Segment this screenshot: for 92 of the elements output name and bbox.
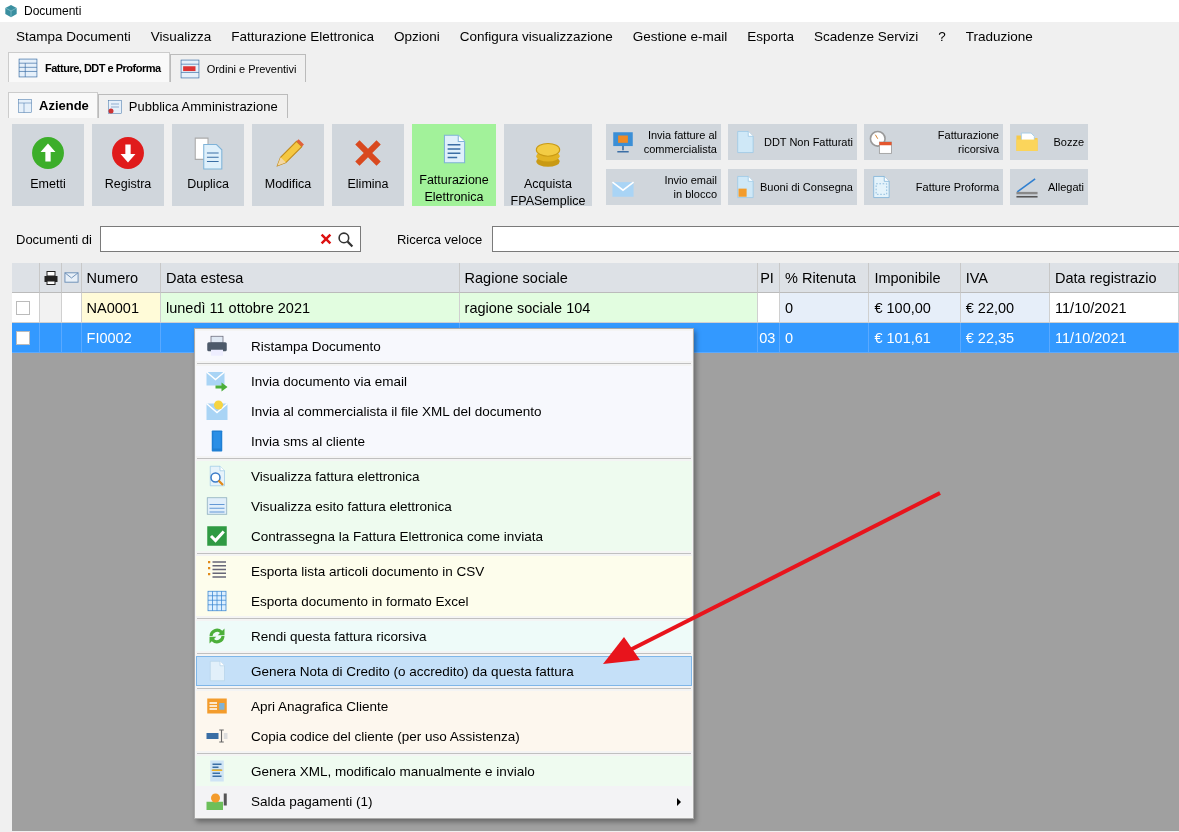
table-cell: € 101,61 [869, 323, 961, 353]
envelope-icon [63, 270, 79, 285]
menu-item[interactable]: Visualizza esito fattura elettronica [196, 491, 692, 521]
menu-item[interactable]: Fatturazione Elettronica [221, 28, 384, 44]
stamped-table-icon [178, 57, 201, 80]
menu-item[interactable]: Invia al commercialista il file XML del documento [196, 396, 692, 426]
toolbar-button[interactable]: Bozze [1010, 124, 1088, 160]
clock-calendar-icon [868, 129, 894, 155]
printer-icon [205, 334, 229, 358]
field-label: Documenti di [16, 231, 92, 247]
menu-item[interactable]: Visualizza [140, 28, 222, 44]
table-cell: FI0002 [81, 323, 161, 353]
column-header[interactable]: Imponibile [869, 263, 961, 293]
table-cell: lunedì 11 ottobre 2021 [161, 293, 460, 323]
column-header[interactable]: Data registrazio [1050, 263, 1179, 293]
toolbar-button[interactable]: Duplica [172, 124, 244, 206]
menu-item[interactable]: Esporta [737, 28, 804, 44]
printer-icon [42, 269, 59, 286]
table-cell: 0 [780, 323, 870, 353]
envelope-icon [205, 399, 229, 423]
table-cell: € 22,35 [960, 323, 1051, 353]
menu-item[interactable]: Genera XML, modificalo manualmente e invialo [196, 756, 692, 786]
tab[interactable]: Ordini e Preventivi [169, 54, 306, 82]
toolbar-button[interactable]: Invia fatture al commercialista [606, 124, 721, 160]
toolbar-button[interactable]: Invio email in blocco [606, 169, 721, 205]
column-header[interactable]: % Ritenuta [780, 263, 870, 293]
table-cell: € 100,00 [869, 293, 961, 323]
table-cell: 03 [758, 323, 781, 353]
search-icon [336, 230, 354, 248]
field-label: Ricerca veloce [396, 231, 483, 247]
checkbox[interactable] [16, 330, 30, 345]
column-header[interactable]: IVA [960, 263, 1050, 293]
toolbar-button[interactable]: Fatturazione ricorsiva [864, 124, 1003, 160]
column-header[interactable]: Ragione sociale [459, 263, 759, 293]
menu-item[interactable]: Scadenze Servizi [803, 28, 929, 44]
menu-item[interactable]: Rendi questa fattura ricorsiva [196, 621, 692, 651]
checkbox[interactable] [16, 300, 30, 315]
table-cell: € 22,00 [960, 293, 1051, 323]
window-title: Documenti [24, 4, 82, 18]
menu-item[interactable]: Traduzione [955, 28, 1043, 44]
menu-item[interactable]: Esporta lista articoli documento in CSV [196, 556, 692, 586]
checkmark-icon [205, 524, 229, 548]
menu-item[interactable]: Configura visualizzazione [449, 28, 623, 44]
table-icon [17, 56, 39, 79]
menu-item[interactable]: Contrassegna la Fattura Elettronica come inviata [196, 521, 692, 551]
table-cell: NA0001 [81, 293, 161, 323]
search-field[interactable] [492, 226, 1179, 252]
toolbar-button[interactable]: Fatturazione Elettronica [412, 124, 496, 206]
menu-item[interactable]: Invia sms al cliente [196, 426, 692, 456]
menu-item[interactable]: Visualizza fattura elettronica [196, 461, 692, 491]
menu-item[interactable]: Apri Anagrafica Cliente [196, 691, 692, 721]
toolbar-button[interactable]: Allegati [1010, 169, 1088, 205]
table-cell: 11/10/2021 [1050, 293, 1179, 323]
table-icon [17, 97, 33, 114]
toolbar-button[interactable]: DDT Non Fatturati [728, 124, 857, 160]
spreadsheet-icon [205, 589, 229, 613]
document-lines-icon [205, 494, 229, 518]
menu-item[interactable]: Copia codice del cliente (per uso Assistenza) [196, 721, 692, 751]
table-cell: 0 [780, 293, 870, 323]
toolbar-button[interactable]: Modifica [252, 124, 324, 206]
app-cube-icon [4, 4, 18, 18]
menu-item[interactable]: Stampa Documenti [6, 28, 141, 44]
monitor-icon [610, 129, 636, 155]
table-cell: 11/10/2021 [1050, 323, 1179, 353]
menu-item[interactable]: Ristampa Documento [196, 331, 692, 361]
column-header[interactable]: Numero [81, 263, 161, 293]
toolbar-button[interactable]: Acquista FPASemplice [504, 124, 592, 206]
column-header[interactable]: PI [758, 263, 781, 293]
toolbar-button[interactable]: Fatture Proforma [864, 169, 1003, 205]
tab[interactable]: Aziende [8, 92, 98, 118]
table-cell [61, 323, 82, 353]
menu-item[interactable]: Esporta documento in formato Excel [196, 586, 692, 616]
toolbar-button[interactable]: Buoni di Consegna [728, 169, 857, 205]
toolbar-button[interactable]: Elimina [332, 124, 404, 206]
menu-item[interactable]: Gestione e-mail [622, 28, 738, 44]
search-field[interactable] [99, 226, 361, 252]
table-cell [758, 293, 781, 323]
table-cell: ragione sociale 104 [459, 293, 759, 323]
menu-item[interactable]: Genera Nota di Credito (o accredito) da questa fattura [196, 656, 692, 686]
badge-table-icon [106, 98, 123, 115]
envelope-arrow-icon [205, 369, 229, 393]
tab[interactable]: Pubblica Amministrazione [97, 94, 288, 118]
tab[interactable]: Fatture, DDT e Proforma [8, 52, 170, 82]
column-header[interactable] [39, 263, 62, 293]
menu-item[interactable]: ? [928, 28, 956, 44]
table-cell [61, 293, 82, 323]
toolbar-button[interactable]: Registra [92, 124, 164, 206]
toolbar-button[interactable]: Emetti [12, 124, 84, 206]
clear-icon [318, 232, 333, 246]
menu-item[interactable]: Invia documento via email [196, 366, 692, 396]
menu-item[interactable]: Opzioni [383, 28, 450, 44]
column-header[interactable]: Data estesa [160, 263, 460, 293]
